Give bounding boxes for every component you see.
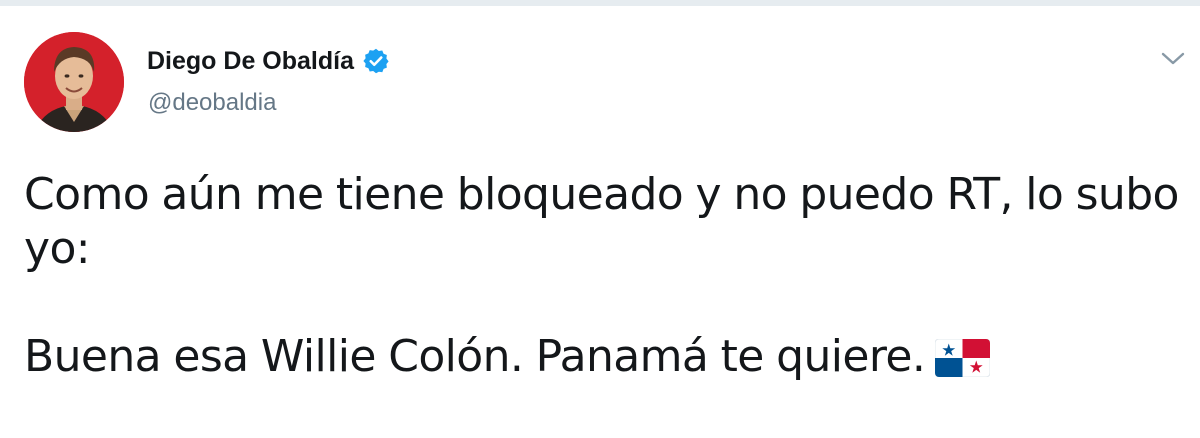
tweet-text-line: yo: — [24, 223, 91, 274]
panama-flag-icon — [934, 336, 991, 378]
author-handle[interactable]: @deobaldia — [148, 88, 276, 118]
tweet-text-line-with-emoji: Buena esa Willie Colón. Panamá te quiere… — [24, 330, 1189, 384]
tweet-text-line: Como aún me tiene bloqueado y no puedo R… — [24, 169, 1179, 220]
author-name-row[interactable]: Diego De Obaldía — [147, 46, 390, 76]
tweet-card[interactable]: Diego De Obaldía @deobaldia Como aún me … — [0, 6, 1200, 438]
verified-badge-icon — [362, 47, 390, 75]
chevron-down-icon[interactable] — [1158, 46, 1188, 70]
tweet-text: Como aún me tiene bloqueado y no puedo R… — [24, 168, 1189, 384]
tweet-text-line: Buena esa Willie Colón. Panamá te quiere… — [24, 331, 926, 382]
author-display-name[interactable]: Diego De Obaldía — [147, 46, 354, 76]
avatar[interactable] — [24, 32, 124, 132]
